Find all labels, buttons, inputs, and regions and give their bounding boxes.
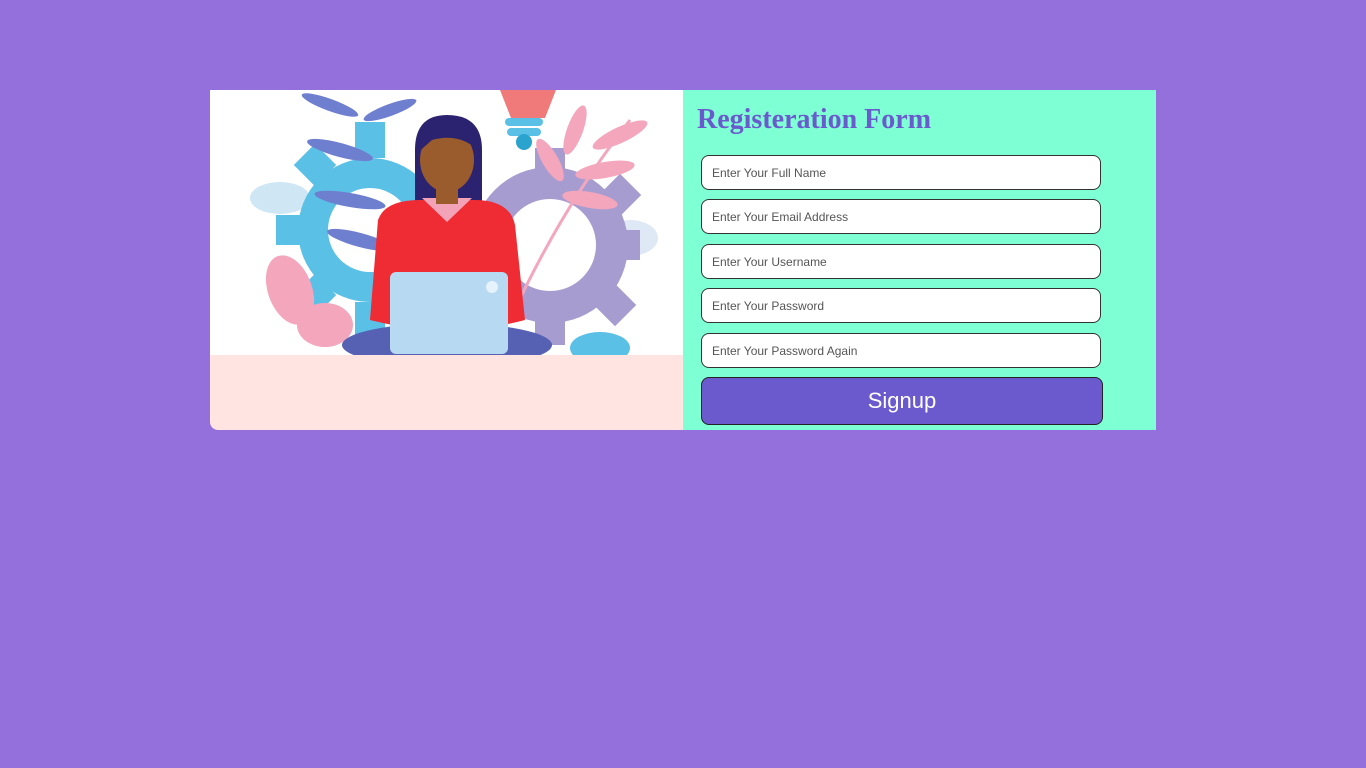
username-input[interactable] (701, 244, 1101, 279)
full-name-input[interactable] (701, 155, 1101, 190)
signup-button[interactable]: Signup (701, 377, 1103, 425)
illustration-panel (210, 90, 683, 430)
registration-card: Registeration Form Signup (210, 90, 1156, 430)
email-input[interactable] (701, 199, 1101, 234)
confirm-password-input[interactable] (701, 333, 1101, 368)
password-input[interactable] (701, 288, 1101, 323)
form-title: Registeration Form (697, 104, 932, 135)
form-panel: Registeration Form Signup (683, 90, 1156, 430)
woman-with-laptop-illustration (210, 90, 683, 355)
